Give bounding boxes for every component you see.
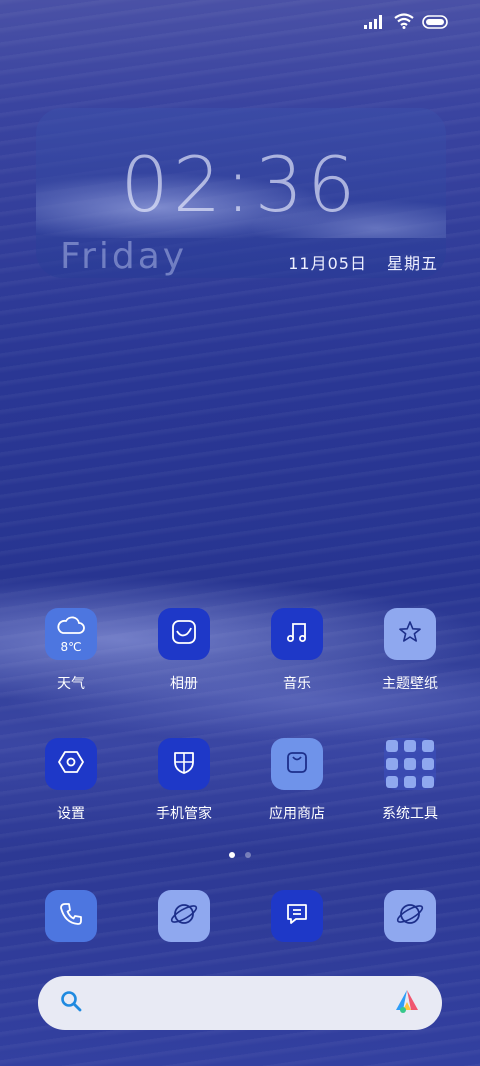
browser-icon	[395, 899, 425, 933]
clock-time: 02:36	[120, 140, 360, 229]
music-tile[interactable]	[271, 608, 323, 660]
messages-tile[interactable]	[271, 890, 323, 942]
store-bag-icon	[283, 748, 311, 780]
dock-browser[interactable]	[134, 890, 234, 942]
status-bar	[364, 12, 450, 34]
search-bar[interactable]	[38, 976, 442, 1030]
theme-star-icon	[396, 618, 424, 650]
signal-icon	[364, 14, 386, 33]
app-vault-icon[interactable]	[394, 988, 420, 1018]
app-label: 天气	[57, 676, 85, 692]
page-dot-active[interactable]	[229, 852, 235, 858]
shield-icon	[170, 748, 198, 780]
dock-messages[interactable]	[247, 890, 347, 942]
folder-icon	[386, 740, 434, 788]
app-security[interactable]: 手机管家	[134, 738, 234, 823]
music-icon	[283, 618, 311, 650]
app-music[interactable]: 音乐	[247, 608, 347, 693]
browser-tile[interactable]	[158, 890, 210, 942]
gallery-tile[interactable]	[158, 608, 210, 660]
gallery-icon	[170, 618, 198, 650]
clock-day: Friday	[60, 236, 188, 277]
clock-weekday: 星期五	[386, 254, 438, 273]
browser-tile[interactable]	[384, 890, 436, 942]
app-label: 系统工具	[382, 806, 438, 822]
phone-tile[interactable]	[45, 890, 97, 942]
app-settings[interactable]: 设置	[21, 738, 121, 823]
store-tile[interactable]	[271, 738, 323, 790]
page-indicator	[0, 852, 480, 858]
browser-icon	[169, 899, 199, 933]
app-gallery[interactable]: 相册	[134, 608, 234, 693]
clock-date-row: 11月05日 星期五	[288, 250, 438, 274]
app-label: 音乐	[283, 676, 311, 692]
security-tile[interactable]	[158, 738, 210, 790]
cloud-icon	[56, 615, 86, 639]
app-label: 主题壁纸	[382, 676, 438, 692]
weather-temp: 8℃	[60, 639, 82, 654]
clock-date: 11月05日	[288, 254, 367, 273]
app-themes[interactable]: 主题壁纸	[360, 608, 460, 693]
folder-tile[interactable]	[384, 738, 436, 790]
settings-icon	[56, 747, 86, 781]
app-label: 应用商店	[269, 806, 325, 822]
messages-icon	[283, 900, 311, 932]
app-label: 相册	[170, 676, 198, 692]
battery-icon	[422, 14, 450, 33]
weather-tile[interactable]: 8℃	[45, 608, 97, 660]
app-weather[interactable]: 8℃ 天气	[21, 608, 121, 693]
app-store[interactable]: 应用商店	[247, 738, 347, 823]
phone-icon	[57, 900, 85, 932]
app-system-tools-folder[interactable]: 系统工具	[360, 738, 460, 823]
settings-tile[interactable]	[45, 738, 97, 790]
search-icon[interactable]	[60, 990, 82, 1016]
dock-browser-2[interactable]	[360, 890, 460, 942]
themes-tile[interactable]	[384, 608, 436, 660]
dock-phone[interactable]	[21, 890, 121, 942]
wifi-icon	[394, 13, 414, 33]
page-dot[interactable]	[245, 852, 251, 858]
app-label: 设置	[57, 806, 85, 822]
app-label: 手机管家	[156, 806, 212, 822]
